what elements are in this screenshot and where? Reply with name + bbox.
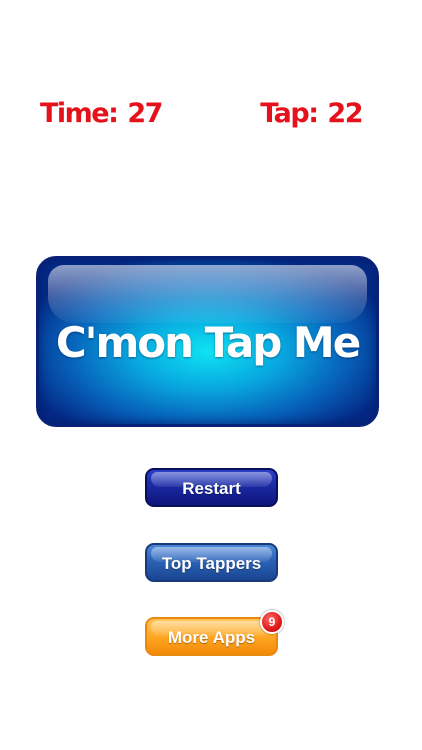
time-counter: Time: 27 <box>40 96 163 132</box>
top-tappers-label: Top Tappers <box>161 554 262 573</box>
restart-label: Restart <box>182 479 241 498</box>
tap-me-label: C'mon Tap Me <box>55 318 361 367</box>
tap-counter: Tap: 22 <box>260 96 363 132</box>
more-apps-label: More Apps <box>167 628 256 647</box>
tap-value: 22 <box>327 98 363 129</box>
more-apps-button[interactable]: More Apps 9 <box>145 610 284 656</box>
restart-button[interactable]: Restart <box>145 468 278 507</box>
tap-me-button[interactable]: C'mon Tap Me <box>36 256 379 427</box>
time-label: Time: <box>40 98 119 129</box>
notification-badge: 9 <box>260 610 284 634</box>
top-tappers-button[interactable]: Top Tappers <box>145 543 278 582</box>
tap-label: Tap: <box>260 98 319 129</box>
tap-button-gloss <box>48 265 367 323</box>
time-value: 27 <box>127 98 163 129</box>
